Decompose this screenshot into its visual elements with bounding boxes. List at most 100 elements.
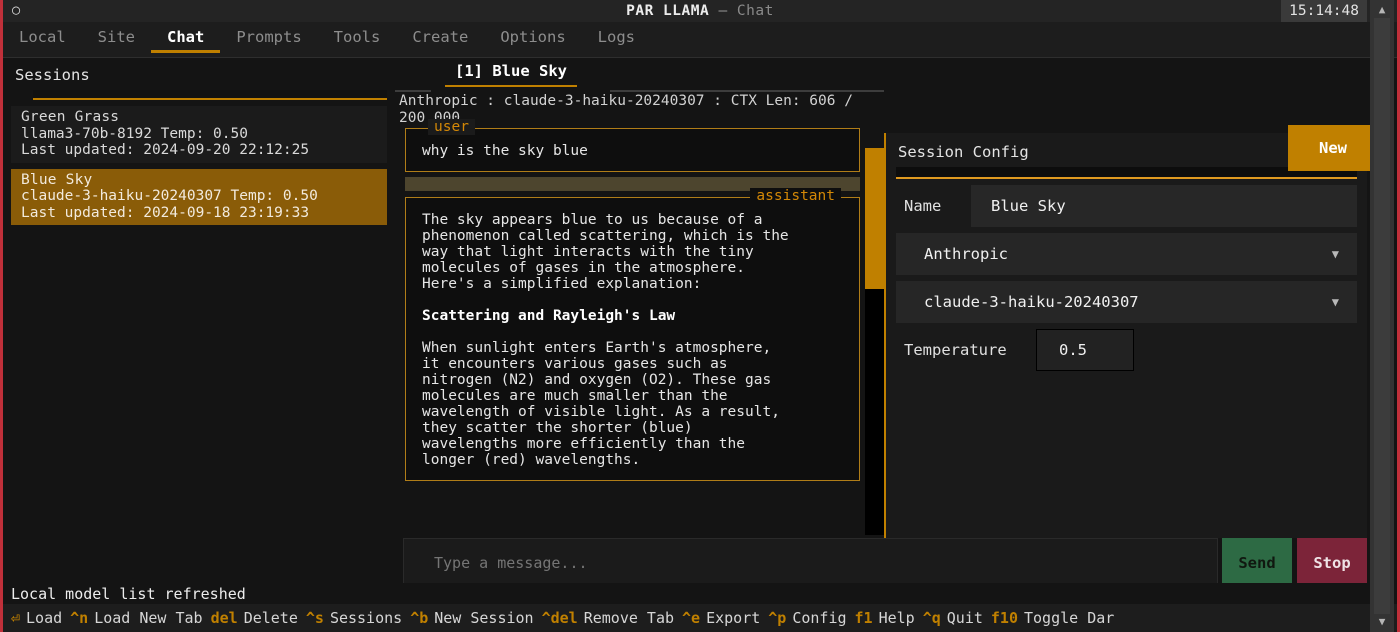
- session-config-header: Session Config New: [886, 125, 1378, 181]
- name-input[interactable]: Blue Sky: [971, 185, 1357, 227]
- chat-tab-row: [1] Blue Sky: [395, 60, 884, 92]
- temperature-field-row: Temperature 0.5: [886, 323, 1367, 371]
- chevron-down-icon: ▼: [1331, 295, 1339, 309]
- message-role-label: user: [428, 119, 475, 135]
- message-input[interactable]: [403, 538, 1218, 588]
- app-name: PAR LLAMA: [626, 3, 710, 19]
- sessions-panel: Sessions Green Grass llama3-70b-8192 Tem…: [3, 60, 395, 588]
- shortcut-quit[interactable]: ^q Quit: [915, 609, 983, 627]
- shortcut-key: ⏎: [11, 609, 21, 627]
- shortcut-sessions[interactable]: ^s Sessions: [298, 609, 402, 627]
- session-model: llama3-70b-8192 Temp: 0.50: [21, 125, 248, 142]
- shortcut-label: Load: [26, 609, 63, 627]
- sessions-title: Sessions: [15, 66, 90, 84]
- session-updated: Last updated: 2024-09-20 22:12:25: [21, 142, 310, 158]
- shortcut-export[interactable]: ^e Export: [674, 609, 760, 627]
- tab-local[interactable]: Local: [3, 22, 82, 53]
- message-assistant: assistant The sky appears blue to us bec…: [405, 188, 860, 481]
- model-select-value: claude-3-haiku-20240307: [924, 293, 1139, 311]
- triangle-up-icon[interactable]: ▲: [1370, 2, 1394, 18]
- stop-button[interactable]: Stop: [1297, 538, 1367, 588]
- tab-chat[interactable]: Chat: [151, 22, 221, 53]
- session-list-item-selected[interactable]: Blue Sky claude-3-haiku-20240307 Temp: 0…: [11, 168, 387, 225]
- shortcut-key: f1: [854, 609, 873, 627]
- shortcut-help[interactable]: f1 Help: [847, 609, 915, 627]
- window-title: PAR LLAMA — Chat: [3, 3, 1397, 19]
- message-input-row: Send Stop: [403, 538, 1367, 588]
- message-user: user why is the sky blue: [405, 119, 860, 172]
- shortcut-key: f10: [990, 609, 1018, 627]
- shortcut-key: ^s: [305, 609, 324, 627]
- tab-create[interactable]: Create: [396, 22, 484, 53]
- shortcut-label: Remove Tab: [583, 609, 675, 627]
- shortcut-label: Config: [792, 609, 847, 627]
- app-scrollbar[interactable]: ▲ ▼: [1370, 0, 1394, 632]
- title-subtitle: Chat: [736, 3, 774, 19]
- session-updated: Last updated: 2024-09-18 23:19:33: [21, 204, 310, 221]
- chat-session-tab[interactable]: [1] Blue Sky: [445, 60, 577, 87]
- shortcut-label: Help: [878, 609, 915, 627]
- session-name: Green Grass: [21, 109, 120, 125]
- message-text: why is the sky blue: [422, 143, 588, 159]
- session-model: claude-3-haiku-20240307 Temp: 0.50: [21, 188, 318, 204]
- title-bar: ◯ PAR LLAMA — Chat 15:14:48: [3, 0, 1397, 22]
- shortcut-remove-tab[interactable]: ^del Remove Tab: [534, 609, 674, 627]
- shortcut-delete[interactable]: del Delete: [203, 609, 298, 627]
- provider-select[interactable]: Anthropic ▼: [896, 233, 1357, 275]
- provider-select-value: Anthropic: [924, 245, 1008, 263]
- shortcut-new-session[interactable]: ^b New Session: [402, 609, 533, 627]
- name-field-row: Name Blue Sky: [886, 181, 1367, 227]
- par-llama-window: ◯ PAR LLAMA — Chat 15:14:48 Local Site C…: [0, 0, 1400, 632]
- tab-tools[interactable]: Tools: [318, 22, 397, 53]
- main-tab-bar: Local Site Chat Prompts Tools Create Opt…: [3, 22, 1397, 58]
- message-paragraph: When sunlight enters Earth's atmosphere,…: [422, 340, 780, 468]
- session-config-panel: Session Config New Name Blue Sky Anthrop…: [884, 125, 1378, 543]
- shortcut-config[interactable]: ^p Config: [760, 609, 846, 627]
- triangle-down-icon[interactable]: ▼: [1370, 614, 1394, 630]
- chat-scrollbar[interactable]: [865, 148, 884, 535]
- chevron-down-icon: ▼: [1331, 247, 1339, 261]
- chat-scrollbar-thumb[interactable]: [865, 148, 884, 289]
- tab-logs[interactable]: Logs: [582, 22, 651, 53]
- shortcut-label: Export: [706, 609, 761, 627]
- shortcut-load[interactable]: ⏎ Load: [3, 609, 62, 627]
- message-heading: Scattering and Rayleigh's Law: [422, 308, 676, 324]
- temperature-label: Temperature: [904, 341, 1007, 359]
- title-dash: —: [718, 3, 728, 19]
- status-message: Local model list refreshed: [3, 583, 1397, 604]
- shortcut-key: ^n: [70, 609, 89, 627]
- message-role-label: assistant: [750, 188, 841, 204]
- message-paragraph: The sky appears blue to us because of a …: [422, 212, 789, 292]
- shortcut-label: Delete: [243, 609, 298, 627]
- clock: 15:14:48: [1281, 0, 1367, 22]
- send-button[interactable]: Send: [1222, 538, 1292, 588]
- shortcut-toggle-dark[interactable]: f10 Toggle Dar: [983, 609, 1114, 627]
- shortcut-key: del: [210, 609, 238, 627]
- name-label: Name: [904, 197, 942, 215]
- shortcut-key: ^del: [541, 609, 578, 627]
- shortcut-load-new-tab[interactable]: ^n Load New Tab: [62, 609, 202, 627]
- shortcut-label: Quit: [946, 609, 983, 627]
- app-scrollbar-track[interactable]: [1374, 18, 1390, 614]
- session-name: Blue Sky: [21, 171, 93, 188]
- model-select[interactable]: claude-3-haiku-20240307 ▼: [896, 281, 1357, 323]
- shortcut-label: Load New Tab: [94, 609, 203, 627]
- tab-options[interactable]: Options: [484, 22, 581, 53]
- sessions-divider: [33, 90, 387, 100]
- temperature-input[interactable]: 0.5: [1036, 329, 1134, 371]
- shortcut-label: Sessions: [329, 609, 403, 627]
- shortcut-key: ^p: [768, 609, 787, 627]
- shortcut-key: ^b: [410, 609, 429, 627]
- message-text: The sky appears blue to us because of a …: [406, 198, 859, 480]
- shortcut-key: ^e: [682, 609, 701, 627]
- tab-prompts[interactable]: Prompts: [220, 22, 317, 53]
- new-session-button[interactable]: New: [1288, 125, 1378, 171]
- chat-panel: [1] Blue Sky Anthropic : claude-3-haiku-…: [395, 60, 884, 588]
- tab-site[interactable]: Site: [82, 22, 151, 53]
- shortcut-label: New Session: [434, 609, 534, 627]
- message-list: user why is the sky blue assistant The s…: [395, 119, 884, 481]
- session-list-item[interactable]: Green Grass llama3-70b-8192 Temp: 0.50 L…: [11, 106, 387, 163]
- shortcut-label: Toggle Dar: [1024, 609, 1115, 627]
- shortcut-key: ^q: [922, 609, 941, 627]
- footer-shortcut-bar: ⏎ Load ^n Load New Tab del Delete ^s Session…: [3, 604, 1397, 632]
